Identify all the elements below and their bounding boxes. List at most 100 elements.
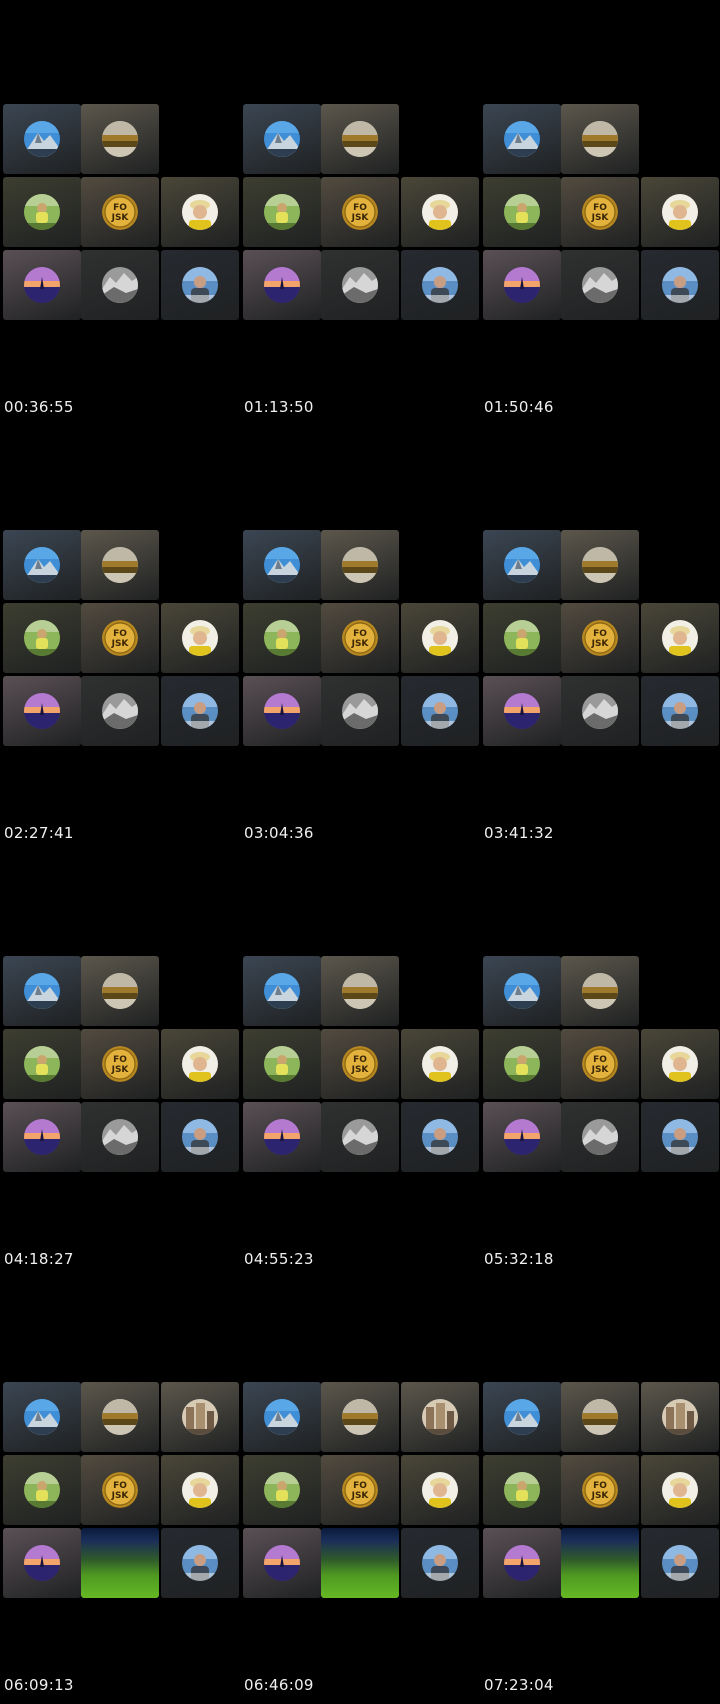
participant-landscape-tile[interactable] <box>561 104 639 174</box>
participant-hat-tile[interactable] <box>161 603 239 673</box>
participant-mono-tile[interactable] <box>561 1102 639 1172</box>
participant-city-tile[interactable] <box>401 1382 479 1452</box>
participant-selfie-tile[interactable] <box>401 1528 479 1598</box>
participant-mono-tile[interactable] <box>81 250 159 320</box>
participant-hat-tile[interactable] <box>401 603 479 673</box>
participant-landscape-tile[interactable] <box>561 530 639 600</box>
participant-mountain-tile[interactable] <box>3 104 81 174</box>
participant-mountain-tile[interactable] <box>483 956 561 1026</box>
participant-sunset-tile[interactable] <box>243 250 321 320</box>
participant-fojsk-logo-tile[interactable]: FO JSK <box>321 1455 399 1525</box>
participant-selfie-tile[interactable] <box>161 1528 239 1598</box>
participant-selfie-tile[interactable] <box>161 250 239 320</box>
participant-landscape-tile[interactable] <box>561 1382 639 1452</box>
participant-selfie-tile[interactable] <box>401 1102 479 1172</box>
participant-selfie-tile[interactable] <box>641 1102 719 1172</box>
participant-cyclist-tile[interactable] <box>483 1455 561 1525</box>
participant-selfie-tile[interactable] <box>641 250 719 320</box>
participant-mountain-tile[interactable] <box>483 104 561 174</box>
participant-selfie-tile[interactable] <box>161 676 239 746</box>
participant-landscape-tile[interactable] <box>81 104 159 174</box>
participant-mono-tile[interactable] <box>321 1102 399 1172</box>
participant-selfie-tile[interactable] <box>401 250 479 320</box>
participant-mountain-tile[interactable] <box>483 1382 561 1452</box>
video-feed-tile[interactable] <box>81 1528 159 1598</box>
participant-mono-tile[interactable] <box>561 676 639 746</box>
participant-mountain-tile[interactable] <box>243 956 321 1026</box>
participant-cyclist-tile[interactable] <box>243 177 321 247</box>
participant-fojsk-logo-tile[interactable]: FO JSK <box>81 603 159 673</box>
participant-sunset-tile[interactable] <box>243 676 321 746</box>
participant-fojsk-logo-tile[interactable]: FO JSK <box>81 1455 159 1525</box>
video-feed-tile[interactable] <box>321 1528 399 1598</box>
participant-mountain-tile[interactable] <box>243 530 321 600</box>
participant-cyclist-tile[interactable] <box>483 1029 561 1099</box>
participant-cyclist-tile[interactable] <box>483 177 561 247</box>
participant-fojsk-logo-tile[interactable]: FO JSK <box>81 1029 159 1099</box>
participant-mountain-tile[interactable] <box>3 956 81 1026</box>
participant-fojsk-logo-tile[interactable]: FO JSK <box>321 177 399 247</box>
participant-mountain-tile[interactable] <box>3 1382 81 1452</box>
participant-landscape-tile[interactable] <box>81 530 159 600</box>
participant-mono-tile[interactable] <box>321 676 399 746</box>
participant-sunset-tile[interactable] <box>243 1102 321 1172</box>
participant-fojsk-logo-tile[interactable]: FO JSK <box>561 177 639 247</box>
participant-mono-tile[interactable] <box>561 250 639 320</box>
participant-mono-tile[interactable] <box>81 1102 159 1172</box>
participant-sunset-tile[interactable] <box>483 1102 561 1172</box>
participant-fojsk-logo-tile[interactable]: FO JSK <box>321 603 399 673</box>
participant-mountain-tile[interactable] <box>3 530 81 600</box>
participant-landscape-tile[interactable] <box>321 530 399 600</box>
participant-landscape-tile[interactable] <box>81 1382 159 1452</box>
participant-sunset-tile[interactable] <box>483 250 561 320</box>
participant-selfie-tile[interactable] <box>401 676 479 746</box>
participant-sunset-tile[interactable] <box>3 250 81 320</box>
participant-mountain-tile[interactable] <box>243 1382 321 1452</box>
participant-fojsk-logo-tile[interactable]: FO JSK <box>561 603 639 673</box>
frame-cell: FO JSK 04:55:23 <box>240 852 480 1278</box>
participant-hat-tile[interactable] <box>641 1455 719 1525</box>
participant-cyclist-tile[interactable] <box>243 1455 321 1525</box>
participant-mono-tile[interactable] <box>321 250 399 320</box>
participant-hat-tile[interactable] <box>161 1455 239 1525</box>
participant-hat-tile[interactable] <box>401 1455 479 1525</box>
participant-fojsk-logo-tile[interactable]: FO JSK <box>81 177 159 247</box>
participant-selfie-tile[interactable] <box>161 1102 239 1172</box>
participant-hat-tile[interactable] <box>641 177 719 247</box>
participant-cyclist-tile[interactable] <box>3 603 81 673</box>
participant-hat-tile[interactable] <box>641 603 719 673</box>
participant-cyclist-tile[interactable] <box>3 1029 81 1099</box>
participant-mountain-tile[interactable] <box>483 530 561 600</box>
participant-hat-tile[interactable] <box>401 1029 479 1099</box>
participant-cyclist-tile[interactable] <box>243 603 321 673</box>
participant-fojsk-logo-tile[interactable]: FO JSK <box>561 1455 639 1525</box>
participant-mono-tile[interactable] <box>81 676 159 746</box>
participant-sunset-tile[interactable] <box>3 676 81 746</box>
participant-cyclist-tile[interactable] <box>483 603 561 673</box>
participant-fojsk-logo-tile[interactable]: FO JSK <box>561 1029 639 1099</box>
video-feed-tile[interactable] <box>561 1528 639 1598</box>
participant-fojsk-logo-tile[interactable]: FO JSK <box>321 1029 399 1099</box>
participant-landscape-tile[interactable] <box>321 104 399 174</box>
participant-sunset-tile[interactable] <box>483 1528 561 1598</box>
participant-cyclist-tile[interactable] <box>3 1455 81 1525</box>
participant-sunset-tile[interactable] <box>243 1528 321 1598</box>
participant-sunset-tile[interactable] <box>3 1528 81 1598</box>
participant-cyclist-tile[interactable] <box>3 177 81 247</box>
participant-landscape-tile[interactable] <box>321 1382 399 1452</box>
participant-landscape-tile[interactable] <box>561 956 639 1026</box>
participant-landscape-tile[interactable] <box>81 956 159 1026</box>
participant-sunset-tile[interactable] <box>3 1102 81 1172</box>
participant-hat-tile[interactable] <box>641 1029 719 1099</box>
participant-city-tile[interactable] <box>161 1382 239 1452</box>
participant-hat-tile[interactable] <box>161 177 239 247</box>
participant-landscape-tile[interactable] <box>321 956 399 1026</box>
participant-sunset-tile[interactable] <box>483 676 561 746</box>
participant-city-tile[interactable] <box>641 1382 719 1452</box>
participant-selfie-tile[interactable] <box>641 676 719 746</box>
participant-hat-tile[interactable] <box>161 1029 239 1099</box>
participant-selfie-tile[interactable] <box>641 1528 719 1598</box>
participant-mountain-tile[interactable] <box>243 104 321 174</box>
participant-hat-tile[interactable] <box>401 177 479 247</box>
participant-cyclist-tile[interactable] <box>243 1029 321 1099</box>
